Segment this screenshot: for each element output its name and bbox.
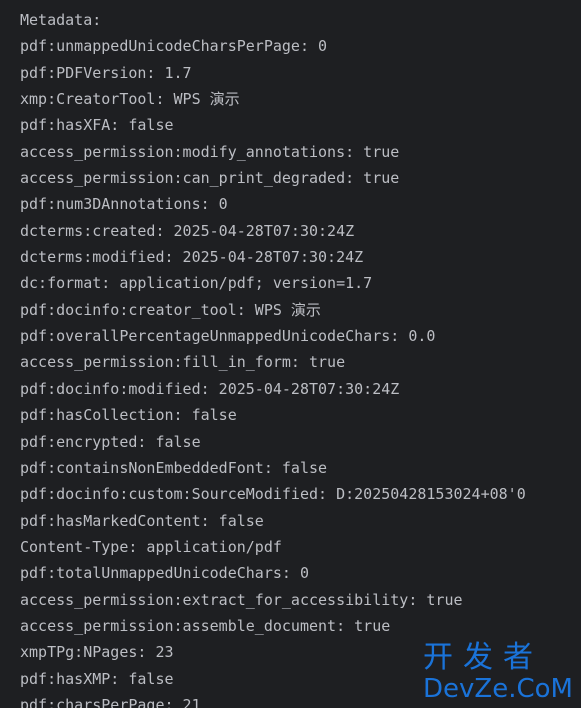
console-line: pdf:hasMarkedContent: false	[20, 511, 264, 530]
console-line: access_permission:modify_annotations: tr…	[20, 142, 400, 161]
console-line: pdf:hasCollection: false	[20, 406, 237, 425]
console-line: dcterms:modified: 2025-04-28T07:30:24Z	[20, 248, 364, 267]
console-line: access_permission:extract_for_accessibil…	[20, 590, 463, 609]
console-line: pdf:PDFVersion: 1.7	[20, 63, 192, 82]
console-line: Content-Type: application/pdf	[20, 537, 282, 556]
console-line: pdf:docinfo:modified: 2025-04-28T07:30:2…	[20, 379, 400, 398]
console-line: access_permission:fill_in_form: true	[20, 353, 346, 372]
console-output-lines: Metadata: pdf:unmappedUnicodeCharsPerPage…	[20, 7, 526, 708]
console-line: pdf:totalUnmappedUnicodeChars: 0	[20, 564, 309, 583]
console-line: access_permission:assemble_document: tru…	[20, 616, 391, 635]
console-line: xmp:CreatorTool: WPS 演示	[20, 90, 240, 109]
console-line: dcterms:created: 2025-04-28T07:30:24Z	[20, 221, 355, 240]
console-line: pdf:charsPerPage: 21	[20, 695, 201, 708]
console-line: pdf:encrypted: false	[20, 432, 201, 451]
console-line: xmpTPg:NPages: 23	[20, 643, 174, 662]
console-line: pdf:unmappedUnicodeCharsPerPage: 0	[20, 37, 328, 56]
console-output-panel: Metadata: pdf:unmappedUnicodeCharsPerPage…	[0, 0, 581, 708]
console-line: pdf:overallPercentageUnmappedUnicodeChar…	[20, 327, 436, 346]
console-line: dc:format: application/pdf; version=1.7	[20, 274, 373, 293]
console-line: pdf:docinfo:creator_tool: WPS 演示	[20, 300, 321, 319]
console-line: pdf:num3DAnnotations: 0	[20, 195, 228, 214]
console-line: access_permission:can_print_degraded: tr…	[20, 169, 400, 188]
console-line: Metadata:	[20, 11, 102, 29]
console-line: pdf:hasXMP: false	[20, 669, 174, 688]
console-line: pdf:containsNonEmbeddedFont: false	[20, 458, 328, 477]
console-line: pdf:docinfo:custom:SourceModified: D:202…	[20, 485, 526, 504]
console-line: pdf:hasXFA: false	[20, 116, 174, 135]
